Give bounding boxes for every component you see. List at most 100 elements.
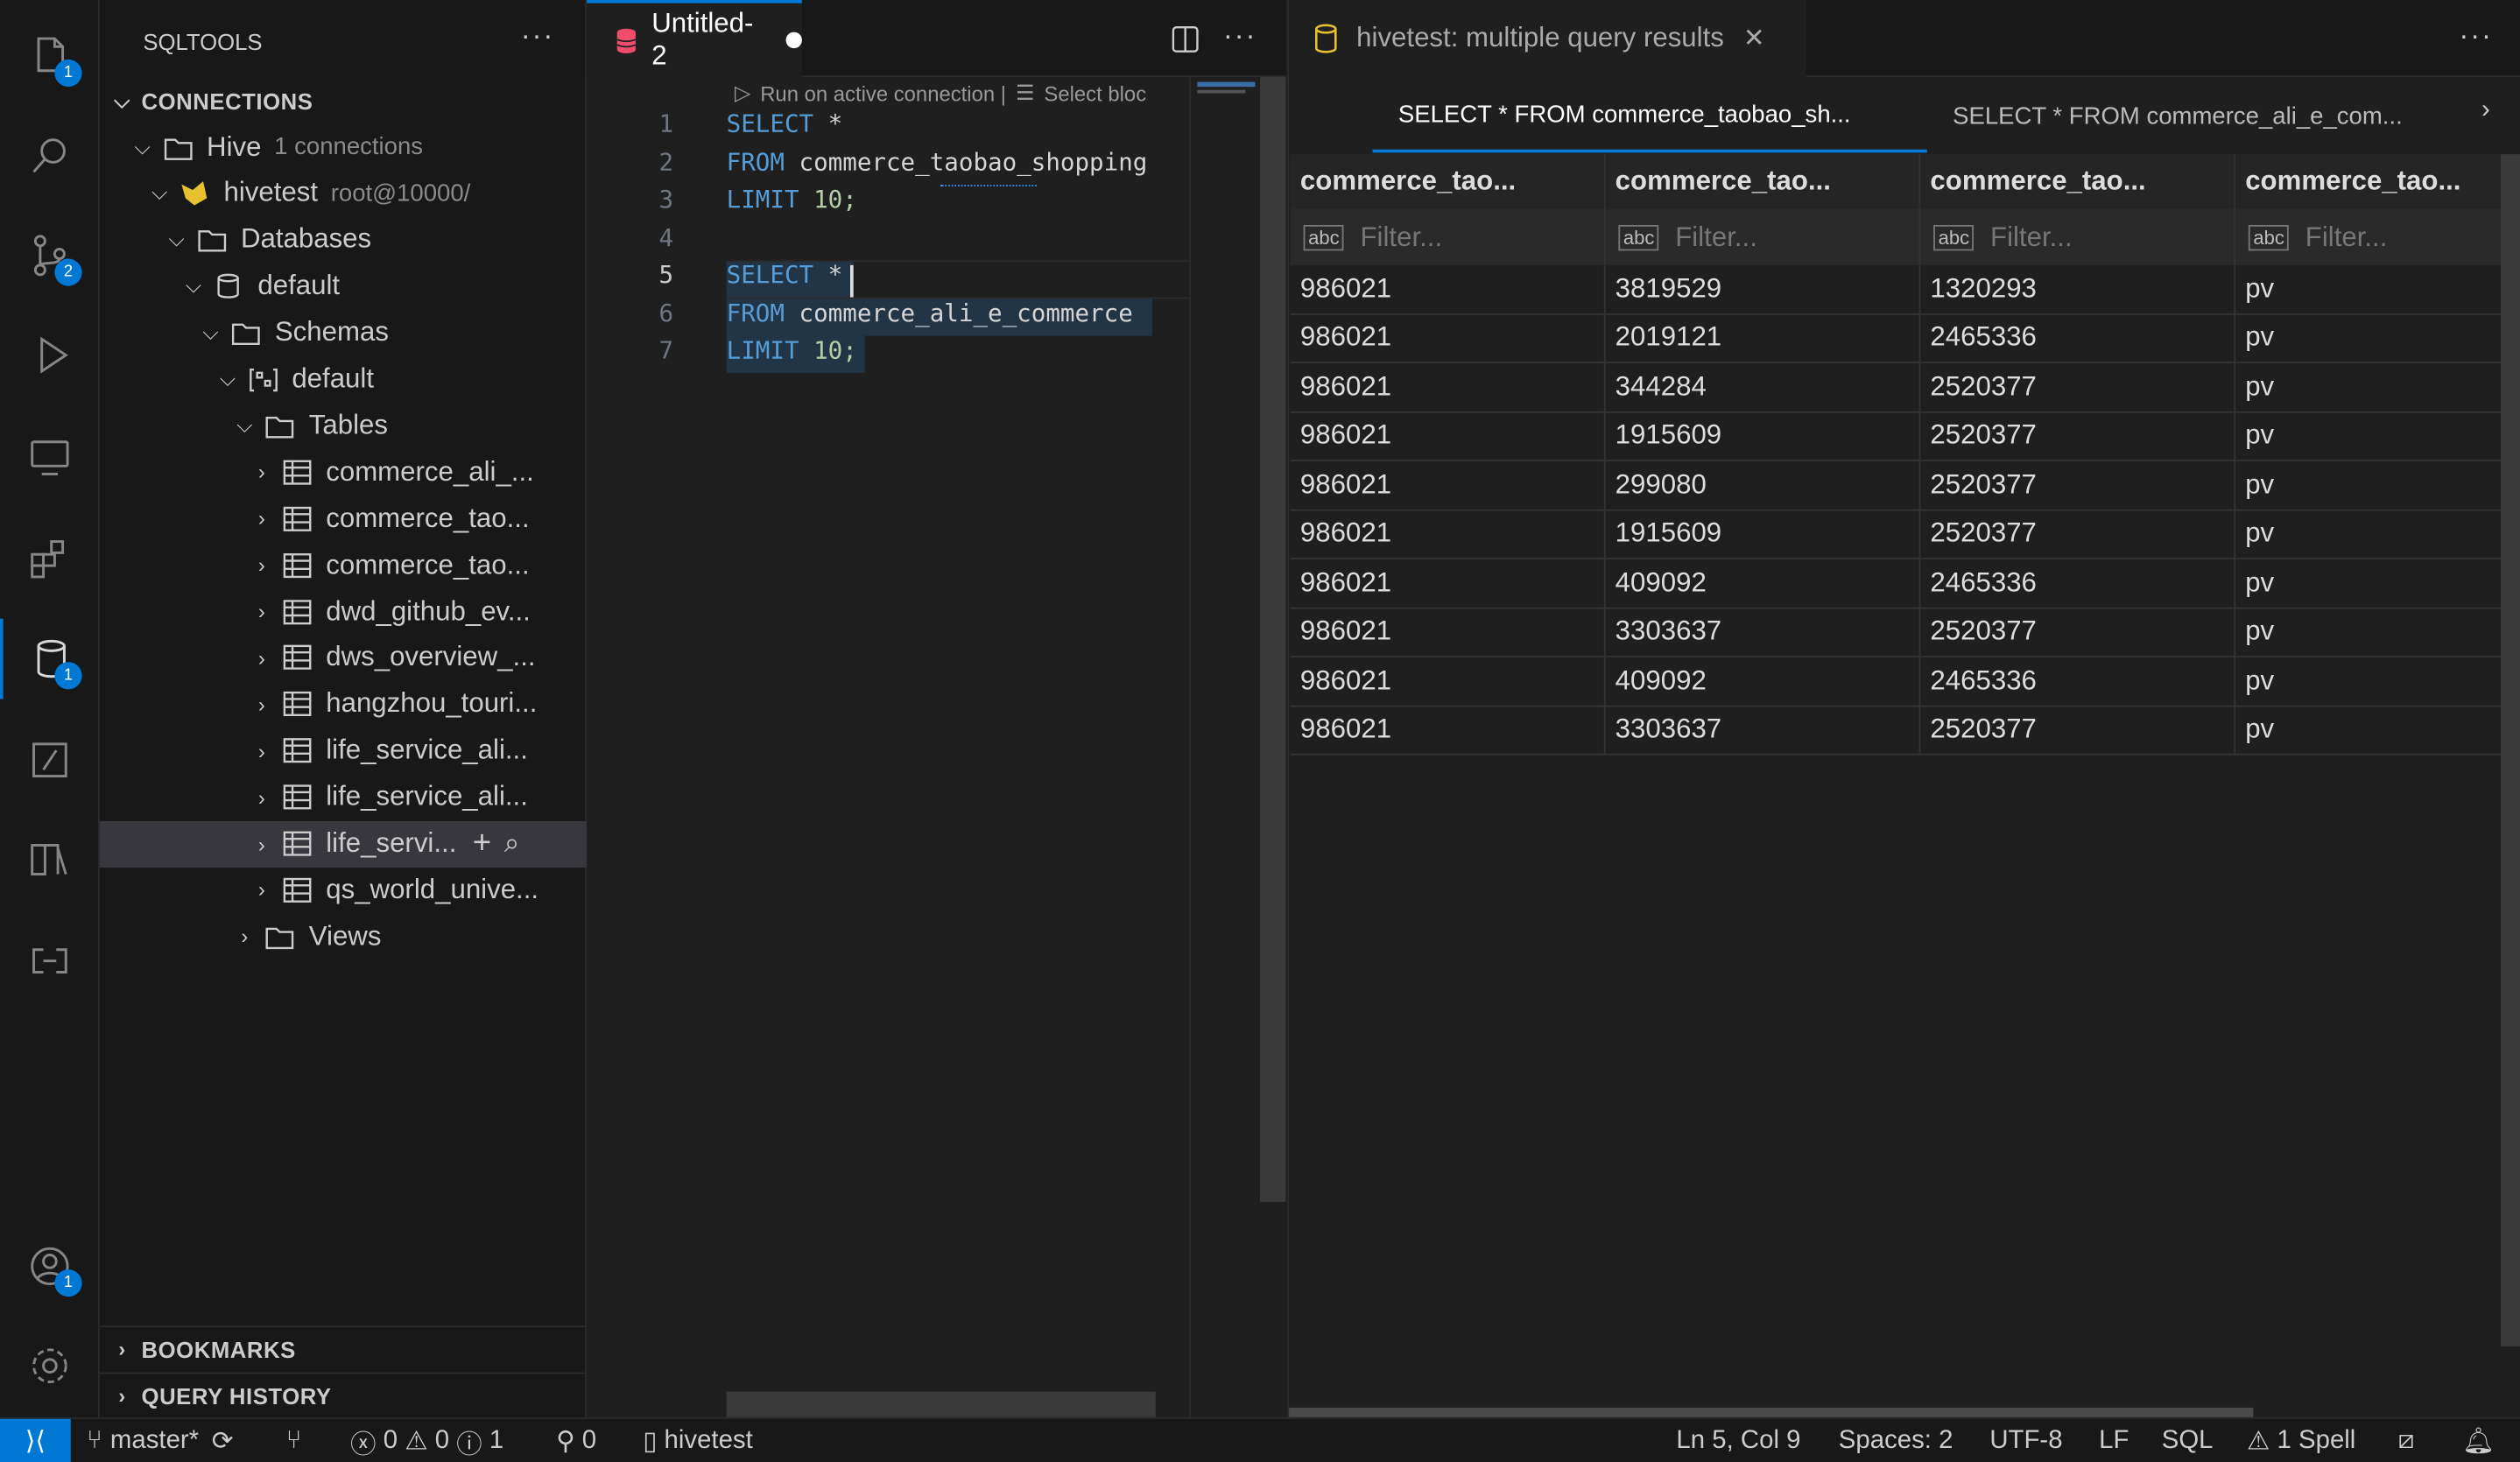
horizontal-scrollbar[interactable]: [726, 1391, 1156, 1417]
table-cell[interactable]: 2465336: [1920, 559, 2236, 608]
table-cell[interactable]: 2520377: [1920, 510, 2236, 559]
cursor-position[interactable]: Ln 5, Col 9: [1676, 1419, 1800, 1462]
tree-item-folder[interactable]: ⌵ Hive 1 connections: [100, 123, 587, 170]
tab-multiple-query-results[interactable]: hivetest: multiple query results ✕: [1289, 0, 1807, 78]
chevron-down-icon[interactable]: ⌵: [146, 180, 172, 206]
remote-indicator-button[interactable]: ⟩⟨: [0, 1418, 71, 1462]
connections-section-header[interactable]: ⌵ CONNECTIONS: [100, 79, 587, 123]
table-cell[interactable]: 986021: [1290, 559, 1606, 608]
table-cell[interactable]: 409092: [1605, 559, 1921, 608]
chevron-down-icon[interactable]: ⌵: [198, 320, 223, 345]
tree-item-table[interactable]: › qs_world_unive...: [100, 867, 587, 913]
chevron-right-icon[interactable]: ›: [249, 646, 274, 671]
result-tab[interactable]: SELECT * FROM commerce_taobao_sh...: [1372, 78, 1927, 153]
tree-item-table[interactable]: › life_service_ali...: [100, 727, 587, 774]
code-line[interactable]: FROM commerce_ali_e_commerce: [727, 298, 1133, 327]
tree-item-table[interactable]: › commerce_tao...: [100, 542, 587, 588]
column-header[interactable]: commerce_tao...: [1605, 154, 1921, 209]
table-cell[interactable]: 3303637: [1605, 608, 1921, 657]
chevron-right-icon[interactable]: ›: [249, 553, 274, 578]
activity-extensions-button[interactable]: [0, 519, 100, 600]
table-cell[interactable]: 2465336: [1920, 313, 2236, 363]
sql-format-icon[interactable]: ⧄: [2398, 1419, 2415, 1462]
ports-button[interactable]: ⚲ 0: [556, 1419, 596, 1462]
table-cell[interactable]: pv: [2235, 313, 2502, 363]
tree-item-folder[interactable]: ⌵ Databases: [100, 216, 587, 263]
table-cell[interactable]: 986021: [1290, 313, 1606, 363]
table-cell[interactable]: 3819529: [1605, 264, 1921, 314]
result-tab[interactable]: SELECT * FROM commerce_ali_e_com...: [1927, 79, 2474, 152]
code-line[interactable]: SELECT *: [727, 260, 843, 289]
tree-item-folder[interactable]: ⌵ Tables: [100, 403, 587, 449]
table-cell[interactable]: pv: [2235, 706, 2502, 756]
add-new-icon[interactable]: +: [473, 826, 491, 862]
table-cell[interactable]: pv: [2235, 510, 2502, 559]
chevron-right-icon[interactable]: ›: [249, 878, 274, 903]
table-cell[interactable]: 986021: [1290, 411, 1606, 461]
tab-untitled-2[interactable]: Untitled-2: [586, 0, 802, 78]
tree-item-folder[interactable]: › Views: [100, 913, 587, 959]
code-line[interactable]: FROM commerce_taobao_shopping: [727, 147, 1148, 176]
table-cell[interactable]: pv: [2235, 608, 2502, 657]
column-filter-input[interactable]: abc Filter...: [1920, 208, 2236, 265]
codelens-select-block[interactable]: Select bloc: [1044, 81, 1146, 106]
vertical-scrollbar[interactable]: [1260, 77, 1286, 1202]
table-cell[interactable]: pv: [2235, 264, 2502, 314]
column-filter-input[interactable]: abc Filter...: [2235, 208, 2502, 265]
split-editor-icon[interactable]: [1172, 25, 1199, 53]
tree-item-folder[interactable]: ⌵ Schemas: [100, 310, 587, 356]
code-line[interactable]: SELECT *: [727, 109, 843, 138]
chevron-right-icon[interactable]: ›: [249, 600, 274, 624]
activity-database-button[interactable]: 1: [0, 618, 100, 699]
encoding[interactable]: UTF-8: [1989, 1419, 2062, 1462]
table-cell[interactable]: 986021: [1290, 264, 1606, 314]
chevron-right-icon[interactable]: ›: [249, 832, 274, 856]
chevron-down-icon[interactable]: ⌵: [180, 273, 206, 299]
table-cell[interactable]: 2520377: [1920, 362, 2236, 412]
indentation[interactable]: Spaces: 2: [1839, 1419, 1953, 1462]
table-cell[interactable]: 2520377: [1920, 608, 2236, 657]
end-of-line[interactable]: LF: [2099, 1419, 2129, 1462]
tree-item-schema[interactable]: ⌵ default: [100, 356, 587, 403]
table-cell[interactable]: 2520377: [1920, 460, 2236, 510]
activity-remote-explorer-button[interactable]: [0, 418, 100, 498]
tree-item-table[interactable]: › hangzhou_touri...: [100, 681, 587, 727]
table-cell[interactable]: 1915609: [1605, 411, 1921, 461]
activity-remote-button[interactable]: [0, 921, 100, 1002]
chevron-right-icon[interactable]: ›: [232, 924, 257, 949]
panel-more-button[interactable]: ···: [2459, 19, 2493, 53]
column-header[interactable]: commerce_tao...: [1290, 154, 1606, 209]
table-cell[interactable]: 986021: [1290, 657, 1606, 706]
connection-button[interactable]: ▯ hivetest: [643, 1419, 753, 1462]
settings-gear-button[interactable]: [0, 1325, 100, 1406]
activity-library-button[interactable]: [0, 819, 100, 900]
tree-item-table[interactable]: › life_service_ali...: [100, 774, 587, 820]
activity-sql-notebook-button[interactable]: [0, 720, 100, 800]
table-cell[interactable]: pv: [2235, 657, 2502, 706]
table-cell[interactable]: 2465336: [1920, 657, 2236, 706]
grid-vertical-scrollbar[interactable]: [2501, 154, 2520, 1347]
tree-item-database[interactable]: ⌵ default: [100, 263, 587, 309]
branch-button[interactable]: ⑂ master* ⟳: [87, 1419, 233, 1462]
tree-item-hive[interactable]: ⌵ hivetest root@10000/: [100, 170, 587, 216]
more-actions-button[interactable]: ···: [521, 19, 555, 53]
unsaved-dot-icon[interactable]: [786, 32, 802, 49]
tree-item-table[interactable]: › dws_overview_...: [100, 635, 587, 681]
chevron-down-icon[interactable]: ⌵: [232, 413, 257, 439]
activity-source-control-button[interactable]: 2: [0, 215, 100, 296]
chevron-down-icon[interactable]: ⌵: [164, 227, 189, 252]
table-cell[interactable]: 1320293: [1920, 264, 2236, 314]
chevron-right-icon[interactable]: ›: [249, 785, 274, 810]
table-cell[interactable]: 344284: [1605, 362, 1921, 412]
accounts-button[interactable]: 1: [0, 1226, 100, 1306]
git-graph-icon[interactable]: ⑂: [286, 1419, 302, 1462]
language-mode[interactable]: SQL: [2162, 1419, 2214, 1462]
tree-item-table[interactable]: › commerce_tao...: [100, 496, 587, 542]
table-cell[interactable]: pv: [2235, 460, 2502, 510]
chevron-right-icon[interactable]: ›: [249, 739, 274, 763]
column-filter-input[interactable]: abc Filter...: [1605, 208, 1921, 265]
query-history-section-header[interactable]: › QUERY HISTORY: [99, 1372, 587, 1417]
editor-more-button[interactable]: ···: [1223, 19, 1257, 53]
problems-button[interactable]: ⓧ 0 ⚠ 0 ⓘ 1: [350, 1419, 503, 1462]
codelens[interactable]: ▷ Run on active connection | ☰ Select bloc: [735, 77, 1185, 109]
